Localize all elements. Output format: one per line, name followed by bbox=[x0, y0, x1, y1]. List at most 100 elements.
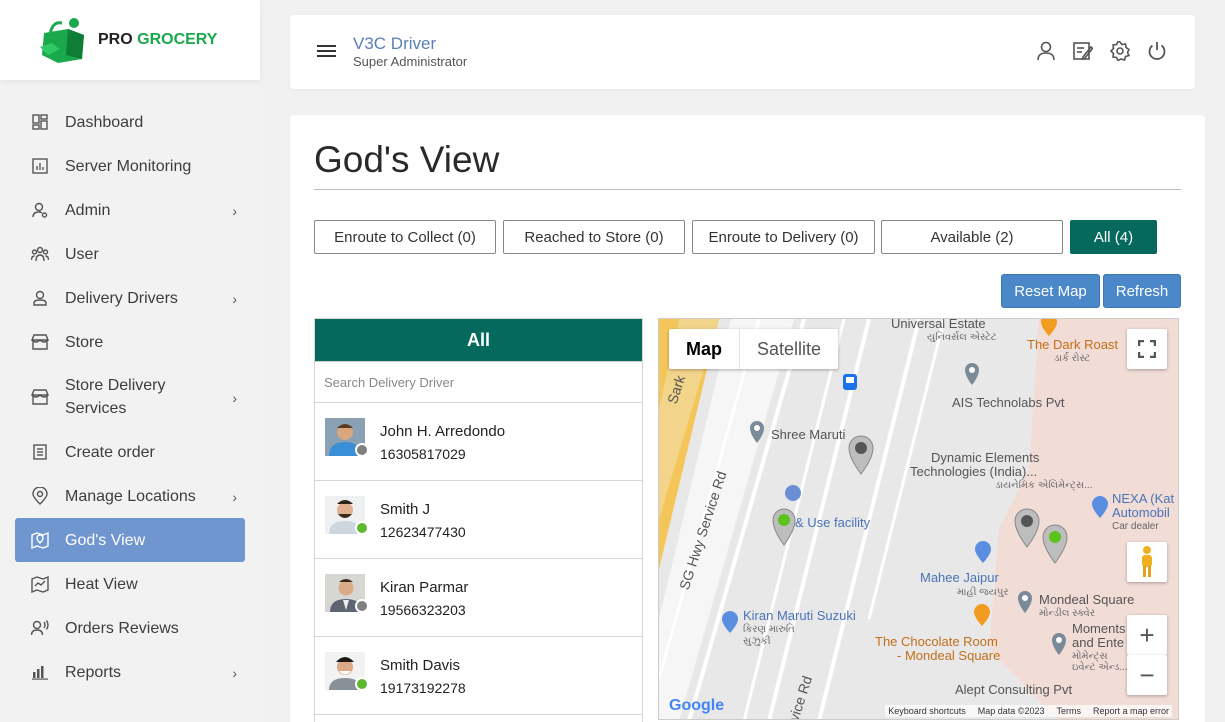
filter-all[interactable]: All (4) bbox=[1070, 220, 1157, 254]
sidebar-item-create-order[interactable]: Create order bbox=[15, 430, 245, 474]
map-label: ડાર્ક રોસ્ટ bbox=[1054, 353, 1091, 364]
report-map-error-link[interactable]: Report a map error bbox=[1093, 706, 1169, 716]
cafe-pin-icon[interactable] bbox=[973, 603, 991, 627]
map-label: Mahee Jaipur bbox=[920, 570, 999, 585]
sidebar-item-delivery-drivers[interactable]: Delivery Drivers › bbox=[15, 276, 245, 320]
google-map[interactable]: Map Satellite + − Universal Estate યુનિવ… bbox=[658, 318, 1179, 720]
map-label: ડાયનેમિક એલિમેન્ટ્સ... bbox=[995, 480, 1093, 491]
map-label: મોન્ડીલ સ્ક્વેર bbox=[1039, 608, 1095, 619]
driver-status-dot bbox=[355, 599, 369, 613]
map-label: ઇવેન્ટ એન્ડ... bbox=[1072, 662, 1128, 673]
user-role: Super Administrator bbox=[353, 54, 468, 69]
fullscreen-icon[interactable] bbox=[1127, 329, 1167, 369]
sidebar-item-label: Store Delivery Services bbox=[65, 377, 166, 417]
chevron-right-icon: › bbox=[232, 290, 237, 307]
driver-marker-green-icon[interactable] bbox=[1040, 523, 1070, 565]
person-icon bbox=[31, 289, 49, 307]
shopping-pin-icon[interactable] bbox=[974, 540, 992, 564]
reset-map-button[interactable]: Reset Map bbox=[1001, 274, 1100, 308]
restroom-pin-icon[interactable] bbox=[784, 484, 802, 506]
search-driver-input[interactable] bbox=[315, 361, 642, 403]
sidebar-item-reports[interactable]: Reports › bbox=[15, 650, 245, 694]
logo[interactable]: PRO GROCERY bbox=[0, 0, 260, 80]
shopping-pin-icon[interactable] bbox=[1091, 495, 1109, 519]
poi-pin-icon[interactable] bbox=[749, 420, 765, 444]
sidebar-item-label: Reports bbox=[65, 663, 122, 681]
driver-row[interactable]: John H. Arredondo 16305817029 bbox=[315, 403, 642, 481]
user-voice-icon bbox=[31, 619, 49, 637]
profile-icon[interactable] bbox=[1036, 41, 1056, 61]
sidebar-item-admin[interactable]: Admin › bbox=[15, 188, 245, 232]
driver-marker-gray-icon[interactable] bbox=[1012, 507, 1042, 549]
sidebar: PRO GROCERY Dashboard Server Monitoring … bbox=[0, 0, 260, 722]
poi-pin-icon[interactable] bbox=[1051, 632, 1067, 656]
power-icon[interactable] bbox=[1147, 41, 1167, 61]
poi-pin-icon[interactable] bbox=[1017, 590, 1033, 614]
sidebar-item-store[interactable]: Store bbox=[15, 320, 245, 364]
chevron-right-icon: › bbox=[232, 202, 237, 219]
hamburger-menu-icon[interactable] bbox=[317, 44, 337, 63]
refresh-button[interactable]: Refresh bbox=[1103, 274, 1181, 308]
filter-available[interactable]: Available (2) bbox=[881, 220, 1063, 254]
map-type-map-button[interactable]: Map bbox=[669, 329, 740, 369]
map-label: Car dealer bbox=[1112, 521, 1159, 532]
driver-row[interactable]: Smith Davis 19173192278 bbox=[315, 637, 642, 715]
brand-grocery: GROCERY bbox=[137, 31, 218, 48]
map-label: માહી જયપુર bbox=[957, 587, 1009, 598]
keyboard-shortcuts-link[interactable]: Keyboard shortcuts bbox=[888, 706, 966, 716]
poi-pin-icon[interactable] bbox=[964, 362, 980, 386]
driver-list-panel: All John H. Arredondo 16305817029 Smith … bbox=[314, 318, 643, 722]
map-label: - Mondeal Square bbox=[897, 648, 1001, 663]
driver-list-heading: All bbox=[315, 319, 642, 361]
driver-row[interactable]: Kiran Parmar 19566323203 bbox=[315, 559, 642, 637]
location-pin-icon bbox=[31, 487, 49, 505]
filter-enroute-to-delivery[interactable]: Enroute to Delivery (0) bbox=[692, 220, 875, 254]
street-view-pegman-icon[interactable] bbox=[1127, 542, 1167, 582]
sidebar-item-label: God's View bbox=[65, 531, 146, 549]
driver-marker-gray-icon[interactable] bbox=[846, 434, 876, 476]
map-label: યુનિવર્સલ એસ્ટેટ bbox=[927, 332, 997, 343]
google-logo: Google bbox=[669, 697, 725, 714]
sidebar-item-label: Server Monitoring bbox=[65, 157, 192, 175]
filter-reached-to-store[interactable]: Reached to Store (0) bbox=[503, 220, 685, 254]
bar-chart-icon bbox=[31, 157, 49, 175]
page-title: God's View bbox=[314, 139, 500, 180]
driver-phone: 12623477430 bbox=[380, 524, 466, 540]
driver-marker-green-icon[interactable] bbox=[770, 507, 798, 547]
edit-note-icon[interactable] bbox=[1073, 41, 1093, 61]
sidebar-item-gods-view[interactable]: God's View bbox=[15, 518, 245, 562]
sidebar-item-orders-reviews[interactable]: Orders Reviews bbox=[15, 606, 245, 650]
dashboard-icon bbox=[31, 113, 49, 131]
map-label: Dynamic Elements bbox=[931, 450, 1040, 465]
driver-phone: 19566323203 bbox=[380, 602, 466, 618]
heat-map-icon bbox=[31, 575, 49, 593]
sidebar-item-heat-view[interactable]: Heat View bbox=[15, 562, 245, 606]
store-icon bbox=[31, 333, 49, 351]
map-label: NEXA (Kat bbox=[1112, 491, 1175, 506]
sidebar-item-server-monitoring[interactable]: Server Monitoring bbox=[15, 144, 245, 188]
sidebar-item-manage-locations[interactable]: Manage Locations › bbox=[15, 474, 245, 518]
map-label: Shree Maruti bbox=[771, 427, 846, 442]
driver-row[interactable]: Smith J 12623477430 bbox=[315, 481, 642, 559]
transit-stop-icon[interactable] bbox=[842, 373, 858, 397]
zoom-out-icon[interactable]: − bbox=[1127, 655, 1167, 695]
sidebar-item-store-delivery-services[interactable]: Store Delivery Services › bbox=[15, 364, 245, 430]
chevron-right-icon: › bbox=[232, 488, 237, 505]
settings-gear-icon[interactable] bbox=[1110, 41, 1130, 61]
map-label: Moments bbox=[1072, 621, 1126, 636]
driver-status-dot bbox=[355, 521, 369, 535]
sidebar-item-user[interactable]: User bbox=[15, 232, 245, 276]
cafe-pin-icon[interactable] bbox=[1040, 318, 1058, 337]
map-label: Alept Consulting Pvt bbox=[955, 682, 1073, 697]
driver-phone: 19173192278 bbox=[380, 680, 466, 696]
map-type-satellite-button[interactable]: Satellite bbox=[740, 329, 838, 369]
sidebar-item-dashboard[interactable]: Dashboard bbox=[15, 100, 245, 144]
chevron-right-icon: › bbox=[232, 664, 237, 681]
zoom-in-icon[interactable]: + bbox=[1127, 615, 1167, 655]
document-list-icon bbox=[31, 443, 49, 461]
shopping-pin-icon[interactable] bbox=[721, 610, 739, 634]
terms-link[interactable]: Terms bbox=[1056, 706, 1081, 716]
filter-enroute-to-collect[interactable]: Enroute to Collect (0) bbox=[314, 220, 496, 254]
map-type-toggle: Map Satellite bbox=[669, 329, 839, 369]
map-label: and Ente bbox=[1072, 635, 1125, 650]
